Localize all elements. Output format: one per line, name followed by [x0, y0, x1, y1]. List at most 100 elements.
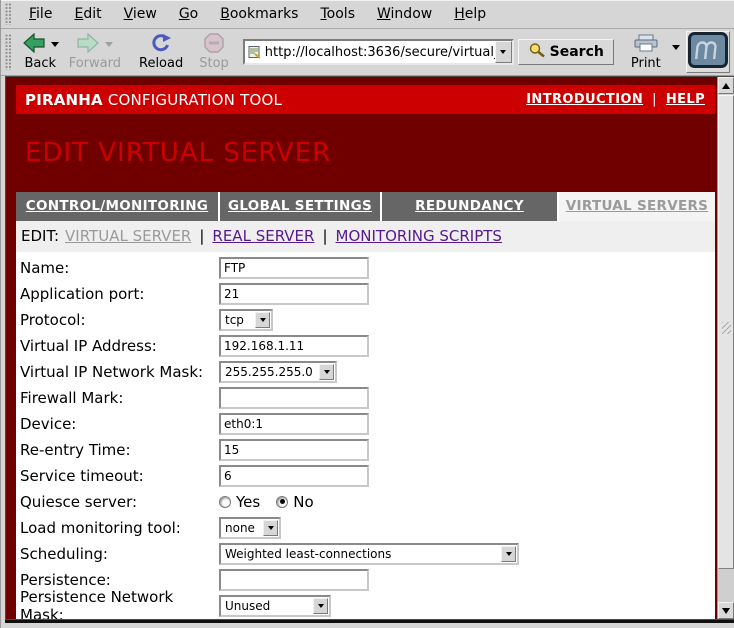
menu-bar: File Edit View Go Bookmarks Tools Window…: [1, 0, 734, 29]
reload-button[interactable]: Reload: [135, 33, 187, 72]
application-port-label: Application port:: [20, 285, 219, 303]
scrollbar-thumb[interactable]: [718, 95, 734, 569]
forward-icon: [76, 33, 100, 57]
piranha-header-bar: PIRANHA CONFIGURATION TOOL INTRODUCTION …: [16, 85, 715, 114]
load-monitoring-tool-select[interactable]: none: [219, 517, 281, 539]
url-history-dropdown[interactable]: [495, 41, 512, 63]
browser-window: File Edit View Go Bookmarks Tools Window…: [0, 0, 734, 628]
reload-icon: [150, 33, 172, 57]
scheduling-select[interactable]: Weighted least-connections: [219, 543, 519, 565]
menu-edit[interactable]: Edit: [63, 2, 112, 26]
forward-button[interactable]: Forward: [65, 33, 125, 72]
scrollbar-grip-icon: [722, 322, 731, 334]
form-row: Device:: [20, 411, 715, 437]
mozilla-logo-button[interactable]: [686, 31, 730, 73]
triangle-up-icon: [722, 83, 730, 89]
virtual-ip-network-mask-select[interactable]: 255.255.255.0: [219, 361, 337, 383]
edit-prefix-label: EDIT:: [21, 227, 59, 245]
toolbar-grippy[interactable]: [5, 3, 12, 25]
virtual-ip-address-label: Virtual IP Address:: [20, 337, 219, 355]
virtual-ip-network-mask-value: 255.255.255.0: [221, 365, 319, 379]
edit-subnav: EDIT: VIRTUAL SERVER | REAL SERVER | MON…: [16, 221, 715, 252]
quiesce-no-radio[interactable]: [276, 496, 288, 508]
device-label: Device:: [20, 415, 219, 433]
tab-virtual-servers[interactable]: VIRTUAL SERVERS: [559, 192, 715, 221]
load-monitoring-tool-label: Load monitoring tool:: [20, 519, 219, 537]
persistence-network-mask-label: Persistence Network Mask:: [20, 588, 219, 619]
menu-view[interactable]: View: [113, 2, 168, 26]
scroll-down-button[interactable]: [718, 602, 734, 619]
introduction-link[interactable]: INTRODUCTION: [526, 92, 643, 107]
toolbar-grippy[interactable]: [5, 34, 12, 69]
stop-button[interactable]: Stop: [195, 33, 233, 72]
scheduling-value: Weighted least-connections: [221, 547, 501, 561]
firewall-mark-label: Firewall Mark:: [20, 389, 219, 407]
forward-button-label: Forward: [69, 56, 121, 71]
tab-control-monitoring[interactable]: CONTROL/MONITORING: [16, 192, 218, 221]
search-button[interactable]: Search: [518, 39, 614, 65]
window-bottom-edge: [1, 623, 734, 627]
form-row: Protocol: tcp: [20, 307, 715, 333]
form-row: Virtual IP Address:: [20, 333, 715, 359]
stop-button-label: Stop: [199, 56, 229, 71]
back-button-label: Back: [24, 56, 56, 71]
vertical-scrollbar[interactable]: [717, 77, 734, 619]
device-input[interactable]: [219, 413, 369, 435]
menu-tools[interactable]: Tools: [309, 2, 366, 26]
tab-redundancy[interactable]: REDUNDANCY: [382, 192, 557, 221]
brand-bold: PIRANHA: [25, 91, 103, 109]
print-dropdown-icon[interactable]: [672, 45, 680, 50]
url-input[interactable]: [265, 43, 495, 61]
name-input[interactable]: [219, 257, 369, 279]
menu-bookmarks[interactable]: Bookmarks: [209, 2, 309, 26]
form-row: Service timeout:: [20, 463, 715, 489]
firewall-mark-input[interactable]: [219, 387, 369, 409]
service-timeout-input[interactable]: [219, 465, 369, 487]
quiesce-yes-radio[interactable]: [219, 496, 231, 508]
subnav-real-server-link[interactable]: REAL SERVER: [212, 227, 314, 245]
persistence-input[interactable]: [219, 569, 369, 591]
menu-window[interactable]: Window: [366, 2, 443, 26]
back-history-dropdown-icon[interactable]: [51, 42, 59, 47]
subnav-monitoring-scripts-link[interactable]: MONITORING SCRIPTS: [336, 227, 502, 245]
forward-history-dropdown-icon: [105, 42, 113, 47]
print-button[interactable]: Print: [628, 34, 664, 71]
tab-global-settings[interactable]: GLOBAL SETTINGS: [220, 192, 380, 221]
virtual-server-form: Name: Application port: Protocol: tcp Vi…: [16, 252, 715, 619]
subnav-virtual-server-link[interactable]: VIRTUAL SERVER: [65, 227, 191, 245]
persistence-network-mask-select[interactable]: Unused: [219, 595, 331, 617]
re-entry-time-label: Re-entry Time:: [20, 441, 219, 459]
re-entry-time-input[interactable]: [219, 439, 369, 461]
print-button-label: Print: [631, 56, 661, 71]
quiesce-yes-label: Yes: [236, 493, 260, 511]
load-monitoring-tool-value: none: [221, 521, 263, 535]
form-row: Application port:: [20, 281, 715, 307]
virtual-ip-address-input[interactable]: [219, 335, 369, 357]
header-links: INTRODUCTION | HELP: [526, 92, 705, 107]
url-bar: [243, 39, 514, 65]
chevron-down-icon: [500, 50, 506, 54]
scheduling-label: Scheduling:: [20, 545, 219, 563]
protocol-select[interactable]: tcp: [219, 309, 273, 331]
application-port-input[interactable]: [219, 283, 369, 305]
stop-icon: [204, 33, 224, 57]
search-icon: [528, 42, 546, 62]
scroll-up-button[interactable]: [718, 77, 734, 94]
header-link-separator: |: [652, 92, 657, 107]
menu-go[interactable]: Go: [168, 2, 209, 26]
quiesce-no-label: No: [293, 493, 313, 511]
back-button[interactable]: Back: [18, 33, 63, 72]
piranha-brand: PIRANHA CONFIGURATION TOOL: [25, 91, 282, 109]
form-row: Scheduling: Weighted least-connections: [20, 541, 715, 567]
name-label: Name:: [20, 259, 219, 277]
menu-file[interactable]: File: [18, 2, 63, 26]
chevron-down-icon: [255, 312, 270, 328]
help-link[interactable]: HELP: [666, 92, 705, 107]
browser-content-area: PIRANHA CONFIGURATION TOOL INTRODUCTION …: [5, 76, 734, 620]
page-proxy-icon[interactable]: [248, 45, 261, 59]
print-icon: [633, 34, 659, 56]
quiesce-server-label: Quiesce server:: [20, 493, 219, 511]
menu-help[interactable]: Help: [443, 2, 497, 26]
form-row: Persistence Network Mask: Unused: [20, 593, 715, 619]
form-row: Virtual IP Network Mask: 255.255.255.0: [20, 359, 715, 385]
